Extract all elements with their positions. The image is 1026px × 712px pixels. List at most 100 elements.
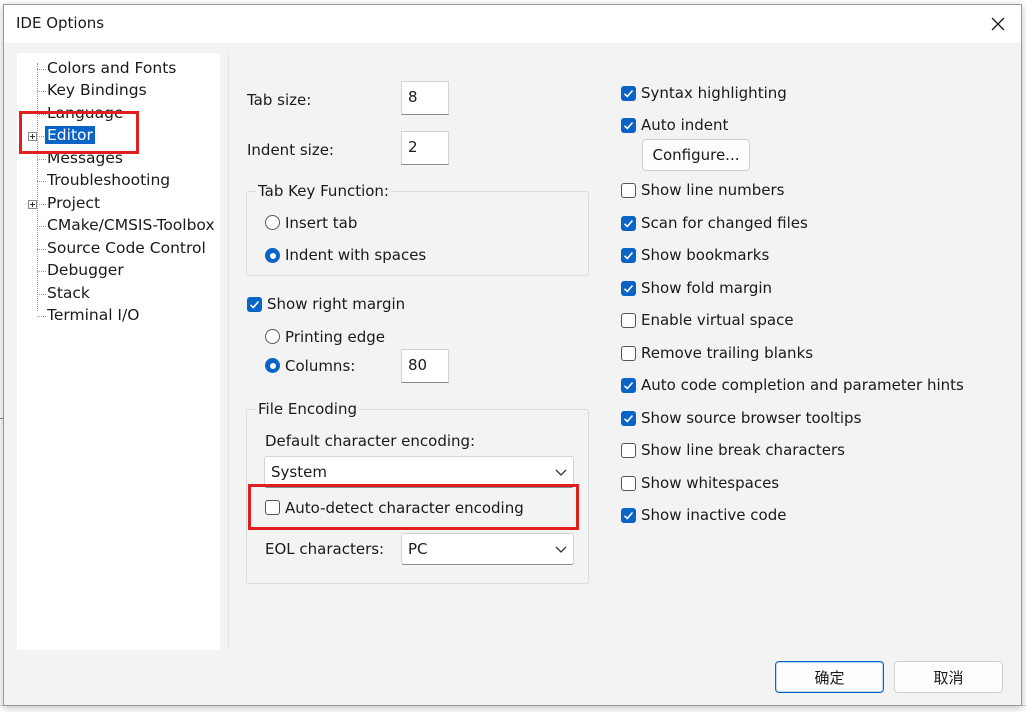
show-bookmarks-label: Show bookmarks [641, 246, 770, 264]
tree-item-label: Terminal I/O [47, 306, 140, 324]
tree-guide-line [37, 249, 46, 250]
tree-guide-line [37, 226, 46, 227]
tree-item-label: Colors and Fonts [47, 59, 177, 77]
show-inactive-code-checkbox[interactable] [621, 508, 636, 523]
show-right-margin-label: Show right margin [267, 295, 406, 313]
enable-virtual-space-checkbox[interactable] [621, 313, 636, 328]
configure-button[interactable]: Configure... [642, 139, 750, 171]
columns-label: Columns: [285, 357, 356, 375]
ide-options-dialog: IDE Options Colors and Fonts Key Bindings… [3, 4, 1022, 706]
scan-for-changed-files-checkbox[interactable] [621, 216, 636, 231]
tree-guide-line [37, 316, 46, 317]
default-encoding-value: System [271, 463, 327, 481]
tree-guide-line [37, 159, 46, 160]
tree-guide-line [37, 181, 46, 182]
file-encoding-title: File Encoding [256, 400, 359, 418]
tree-item-project[interactable]: Project [47, 194, 100, 214]
show-right-margin-checkbox[interactable] [247, 297, 262, 312]
show-whitespaces-label: Show whitespaces [641, 474, 780, 492]
eol-characters-label: EOL characters: [265, 540, 385, 558]
indent-with-spaces-label: Indent with spaces [285, 246, 427, 264]
insert-tab-radio[interactable] [265, 215, 280, 230]
indent-size-input[interactable]: 2 [401, 131, 449, 165]
insert-tab-label: Insert tab [285, 214, 358, 232]
tree-item-label: CMake/CMSIS-Toolbox [47, 216, 215, 234]
auto-code-completion-and-parameter-hints-checkbox[interactable] [621, 378, 636, 393]
show-whitespaces-checkbox[interactable] [621, 476, 636, 491]
tree-item-label: Project [47, 194, 101, 212]
checkmark-icon [623, 284, 634, 293]
enable-virtual-space-label: Enable virtual space [641, 311, 794, 329]
tab-size-label: Tab size: [247, 91, 312, 109]
checkmark-icon [623, 121, 634, 130]
tree-item-label: Key Bindings [47, 81, 147, 99]
tree-guide-line [37, 294, 46, 295]
editor-settings-panel: Tab size: 8 Indent size: 2 Tab Key Funct… [228, 53, 1009, 650]
eol-characters-select[interactable]: PC [401, 533, 574, 565]
show-inactive-code-label: Show inactive code [641, 506, 787, 524]
show-fold-margin-label: Show fold margin [641, 279, 773, 297]
cancel-button[interactable]: 取消 [894, 661, 1003, 693]
printing-edge-label: Printing edge [285, 328, 385, 346]
eol-characters-value: PC [408, 540, 428, 558]
highlight-box-auto-detect [248, 484, 579, 530]
auto-code-completion-and-parameter-hints-label: Auto code completion and parameter hints [641, 376, 964, 394]
tree-item-key-bindings[interactable]: Key Bindings [47, 81, 147, 101]
show-source-browser-tooltips-label: Show source browser tooltips [641, 409, 862, 427]
columns-radio[interactable] [265, 358, 280, 373]
show-line-break-characters-label: Show line break characters [641, 441, 845, 459]
scan-for-changed-files-label: Scan for changed files [641, 214, 808, 232]
tree-item-label: Debugger [47, 261, 124, 279]
checkmark-icon [623, 511, 634, 520]
show-line-break-characters-checkbox[interactable] [621, 443, 636, 458]
remove-trailing-blanks-label: Remove trailing blanks [641, 344, 814, 362]
tree-item-stack[interactable]: Stack [47, 284, 90, 304]
auto-indent-label: Auto indent [641, 116, 729, 134]
tree-guide-line [37, 204, 46, 205]
chevron-down-icon [555, 469, 567, 476]
highlight-box-editor [19, 111, 139, 154]
show-source-browser-tooltips-checkbox[interactable] [621, 411, 636, 426]
syntax-highlighting-label: Syntax highlighting [641, 84, 787, 102]
tab-size-input[interactable]: 8 [401, 81, 449, 115]
expand-icon[interactable] [28, 200, 37, 209]
printing-edge-radio[interactable] [265, 329, 280, 344]
checkmark-icon [623, 89, 634, 98]
tab-key-function-title: Tab Key Function: [256, 182, 391, 200]
tree-item-colors-and-fonts[interactable]: Colors and Fonts [47, 59, 176, 79]
tree-item-source-code-control[interactable]: Source Code Control [47, 239, 206, 259]
tree-item-terminal-i-o[interactable]: Terminal I/O [47, 306, 139, 326]
ok-button[interactable]: 确定 [775, 661, 884, 693]
checkmark-icon [623, 414, 634, 423]
chevron-down-icon [555, 546, 567, 553]
close-button[interactable] [982, 9, 1014, 39]
show-fold-margin-checkbox[interactable] [621, 281, 636, 296]
tree-item-label: Stack [47, 284, 90, 302]
auto-indent-checkbox[interactable] [621, 118, 636, 133]
show-line-numbers-label: Show line numbers [641, 181, 785, 199]
tree-guide-line [37, 63, 38, 311]
checkmark-icon [623, 381, 634, 390]
indent-size-label: Indent size: [247, 141, 334, 159]
tree-item-cmake-cmsis-toolbox[interactable]: CMake/CMSIS-Toolbox [47, 216, 215, 236]
default-encoding-label: Default character encoding: [265, 432, 476, 450]
tree-guide-line [37, 69, 46, 70]
indent-with-spaces-radio[interactable] [265, 248, 280, 263]
close-icon [991, 17, 1005, 31]
checkmark-icon [249, 300, 260, 309]
tree-guide-line [37, 271, 46, 272]
syntax-highlighting-checkbox[interactable] [621, 86, 636, 101]
show-bookmarks-checkbox[interactable] [621, 248, 636, 263]
tree-item-label: Troubleshooting [47, 171, 171, 189]
title-bar: IDE Options [4, 5, 1021, 43]
window-title: IDE Options [16, 14, 105, 32]
columns-input[interactable]: 80 [401, 349, 449, 383]
remove-trailing-blanks-checkbox[interactable] [621, 346, 636, 361]
show-line-numbers-checkbox[interactable] [621, 183, 636, 198]
checkmark-icon [623, 251, 634, 260]
tree-item-debugger[interactable]: Debugger [47, 261, 124, 281]
tree-item-label: Source Code Control [47, 239, 206, 257]
tree-guide-line [37, 91, 46, 92]
checkmark-icon [623, 219, 634, 228]
tree-item-troubleshooting[interactable]: Troubleshooting [47, 171, 170, 191]
